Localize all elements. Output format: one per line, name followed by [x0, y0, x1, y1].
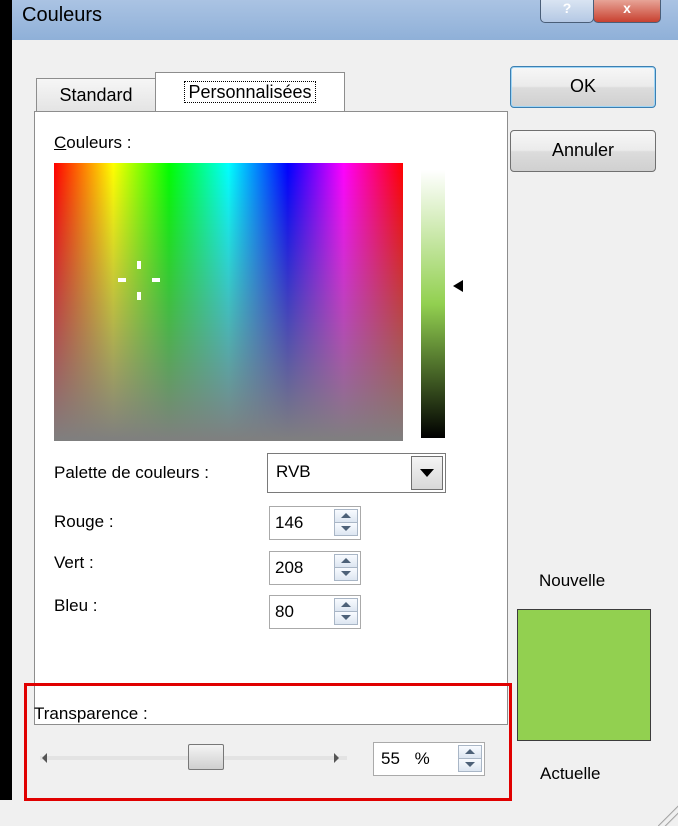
colors-label-text: ouleurs :	[66, 133, 132, 152]
green-spin-down[interactable]	[334, 567, 358, 581]
slider-left-arrow-icon[interactable]	[42, 753, 47, 763]
new-color-swatch	[517, 609, 651, 741]
dropdown-arrow-icon	[420, 469, 434, 477]
blue-spin-up[interactable]	[334, 598, 358, 612]
dropdown-button[interactable]	[411, 456, 443, 490]
window-edge	[0, 0, 12, 800]
red-spinner[interactable]	[334, 509, 358, 536]
new-color-label: Nouvelle	[539, 571, 606, 590]
palette-select[interactable]: RVB	[267, 453, 446, 493]
transparency-number: 55	[381, 749, 400, 768]
title-bar[interactable]: Couleurs ? x	[0, 0, 678, 40]
blue-input[interactable]: 80	[269, 595, 361, 629]
tab-personnalisees-label: Personnalisées	[184, 81, 316, 103]
spin-down-icon	[341, 571, 351, 576]
resize-grip-icon[interactable]	[658, 804, 678, 826]
red-spin-down[interactable]	[334, 522, 358, 536]
transparency-spinner[interactable]	[458, 745, 482, 772]
spin-down-icon	[341, 526, 351, 531]
spin-up-icon	[341, 602, 351, 607]
slider-right-arrow-icon[interactable]	[334, 753, 339, 763]
blue-value: 80	[275, 602, 294, 621]
blue-label: Bleu :	[54, 596, 98, 615]
blue-spinner[interactable]	[334, 598, 358, 625]
transparency-input[interactable]: 55 %	[373, 742, 485, 776]
spin-up-icon	[341, 558, 351, 563]
luminance-bar[interactable]	[421, 170, 445, 438]
spin-down-icon	[465, 762, 475, 767]
dialog-client: Standard Personnalisées Couleurs : Palet…	[12, 40, 678, 826]
red-input[interactable]: 146	[269, 506, 361, 540]
transparency-unit: %	[414, 749, 430, 768]
transparency-value: 55 %	[381, 749, 430, 769]
colors-label: Couleurs :	[54, 133, 132, 152]
green-value: 208	[275, 558, 304, 577]
palette-label: Palette de couleurs :	[54, 463, 209, 482]
green-spin-up[interactable]	[334, 554, 358, 568]
blue-spin-down[interactable]	[334, 611, 358, 625]
color-spectrum[interactable]	[54, 163, 403, 441]
color-dialog: Couleurs ? x Standard Personnalisées Cou…	[0, 0, 678, 826]
transparency-label: Transparence :	[34, 704, 148, 723]
help-icon: ?	[562, 0, 572, 16]
green-spinner[interactable]	[334, 554, 358, 581]
tab-personnalisees[interactable]: Personnalisées	[155, 72, 345, 113]
help-button[interactable]: ?	[540, 0, 594, 23]
tab-standard[interactable]: Standard	[36, 78, 156, 111]
dialog-title: Couleurs	[22, 4, 103, 26]
transparency-spin-down[interactable]	[458, 758, 482, 772]
green-input[interactable]: 208	[269, 551, 361, 585]
spin-up-icon	[341, 513, 351, 518]
red-spin-up[interactable]	[334, 509, 358, 523]
cancel-button[interactable]: Annuler	[510, 130, 656, 172]
close-icon: x	[623, 0, 631, 16]
luminance-arrow-icon[interactable]	[453, 280, 463, 292]
red-label: Rouge :	[54, 512, 114, 531]
green-label: Vert :	[54, 553, 94, 572]
current-color-label: Actuelle	[540, 764, 601, 783]
transparency-slider-thumb[interactable]	[188, 744, 225, 770]
ok-button[interactable]: OK	[510, 66, 656, 108]
red-value: 146	[275, 513, 304, 532]
close-button[interactable]: x	[593, 0, 661, 23]
transparency-spin-up[interactable]	[458, 745, 482, 759]
spin-down-icon	[341, 615, 351, 620]
spin-up-icon	[465, 749, 475, 754]
palette-value: RVB	[276, 462, 311, 481]
